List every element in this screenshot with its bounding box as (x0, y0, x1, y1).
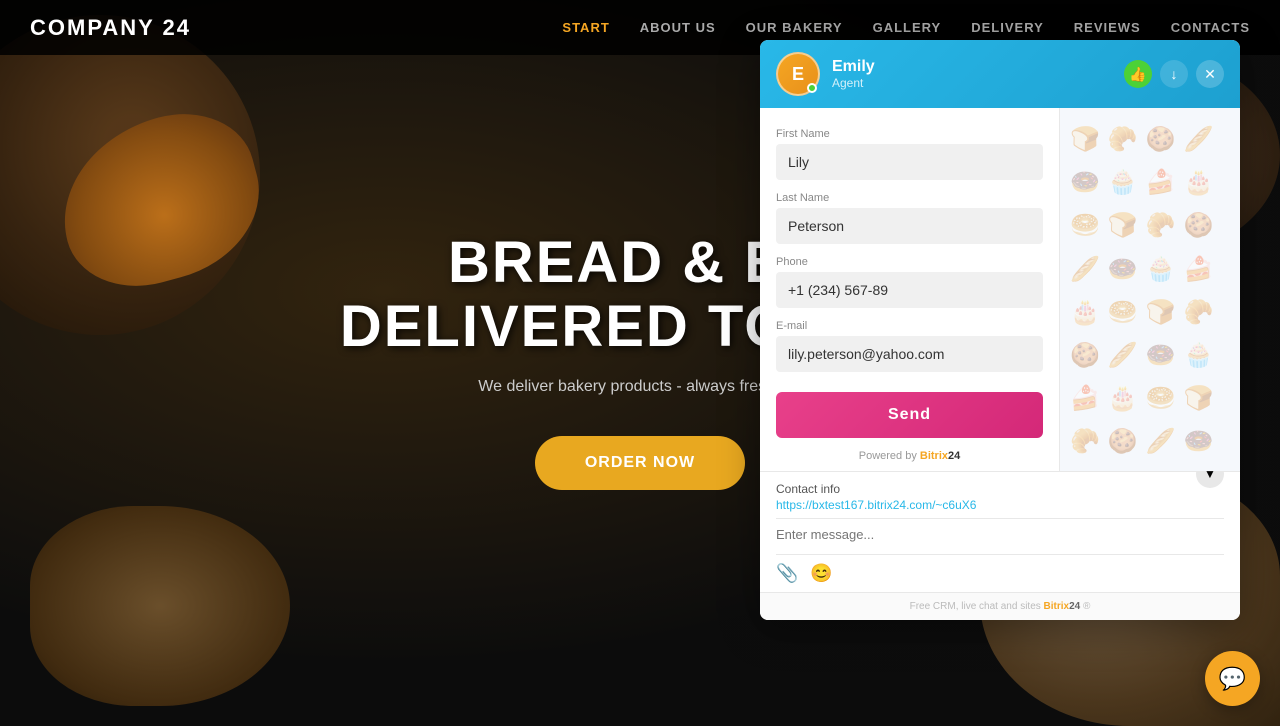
bitrix-brand: Bitrix (920, 450, 948, 462)
powered-by: Powered by Bitrix24 (776, 450, 1043, 462)
contact-link[interactable]: https://bxtest167.bitrix24.com/~c6uX6 (776, 498, 1224, 512)
nav-link-start[interactable]: START (562, 20, 609, 35)
chat-float-icon: 💬 (1219, 666, 1246, 692)
chat-header: E Emily Agent 👍 ↓ ✕ (760, 40, 1240, 108)
agent-role: Agent (832, 76, 1112, 90)
input-actions: 📎 😊 (760, 555, 1240, 592)
nav-link-contacts[interactable]: CONTACTS (1171, 20, 1250, 35)
message-input-row (760, 519, 1240, 554)
attach-button[interactable]: 📎 (776, 563, 798, 584)
last-name-input[interactable] (776, 208, 1043, 244)
message-input[interactable] (776, 527, 1224, 542)
form-bg-panel: 🍞🥐🍪🥖🍩🧁🍰🎂🥯🍞🥐🍪🥖🍩🧁🍰🎂🥯🍞🥐🍪🥖🍩🧁🍰🎂🥯🍞🥐🍪🥖🍩🧁🍰🎂🥯🍞🥐🍪🥖… (1060, 108, 1240, 471)
last-name-field: Last Name (776, 192, 1043, 244)
chat-bottom: Contact info ▼ https://bxtest167.bitrix2… (760, 471, 1240, 620)
nav-logo: COMPANY 24 (30, 15, 191, 41)
form-panel: First Name Last Name Phone E-mail Send P… (760, 108, 1060, 471)
agent-info: Emily Agent (832, 58, 1112, 90)
close-chat-button[interactable]: ✕ (1196, 60, 1224, 88)
bitrix-num: 24 (948, 450, 960, 462)
bg-pattern-icons: 🍞🥐🍪🥖🍩🧁🍰🎂🥯🍞🥐🍪🥖🍩🧁🍰🎂🥯🍞🥐🍪🥖🍩🧁🍰🎂🥯🍞🥐🍪🥖🍩🧁🍰🎂🥯🍞🥐🍪🥖… (1060, 108, 1240, 471)
phone-field: Phone (776, 256, 1043, 308)
last-name-label: Last Name (776, 192, 1043, 204)
nav-link-reviews[interactable]: REVIEWS (1074, 20, 1141, 35)
first-name-label: First Name (776, 128, 1043, 140)
chat-form-area: First Name Last Name Phone E-mail Send P… (760, 108, 1240, 471)
chat-widget: E Emily Agent 👍 ↓ ✕ First Name Last Name… (760, 40, 1240, 620)
email-label: E-mail (776, 320, 1043, 332)
agent-avatar: E (776, 52, 820, 96)
footer-brand: Bitrix (1044, 601, 1070, 612)
contact-info-bar: Contact info ▼ https://bxtest167.bitrix2… (760, 472, 1240, 518)
nav-link-about[interactable]: ABOUT US (640, 20, 716, 35)
footer-text: Free CRM, live chat and sites (910, 601, 1041, 612)
like-button[interactable]: 👍 (1124, 60, 1152, 88)
nav-link-bakery[interactable]: OUR BAKERY (746, 20, 843, 35)
order-now-button[interactable]: ORDER NOW (535, 436, 745, 490)
first-name-input[interactable] (776, 144, 1043, 180)
hero-subtitle: We deliver bakery products - always fres… (478, 378, 801, 396)
email-input[interactable] (776, 336, 1043, 372)
first-name-field: First Name (776, 128, 1043, 180)
phone-label: Phone (776, 256, 1043, 268)
contact-info-label: Contact info (776, 482, 840, 496)
online-indicator (807, 83, 817, 93)
phone-input[interactable] (776, 272, 1043, 308)
footer-registered: ® (1083, 601, 1090, 612)
footer-num: 24 (1069, 601, 1080, 612)
chat-float-button[interactable]: 💬 (1205, 651, 1260, 706)
agent-name: Emily (832, 58, 1112, 76)
nav-links: START ABOUT US OUR BAKERY GALLERY DELIVE… (562, 20, 1250, 35)
download-button[interactable]: ↓ (1160, 60, 1188, 88)
nav-link-gallery[interactable]: GALLERY (873, 20, 942, 35)
nav-link-delivery[interactable]: DELIVERY (971, 20, 1044, 35)
emoji-button[interactable]: 😊 (810, 563, 832, 584)
chat-footer: Free CRM, live chat and sites Bitrix24 ® (760, 592, 1240, 620)
send-button[interactable]: Send (776, 392, 1043, 438)
header-actions: 👍 ↓ ✕ (1124, 60, 1224, 88)
email-field: E-mail (776, 320, 1043, 372)
